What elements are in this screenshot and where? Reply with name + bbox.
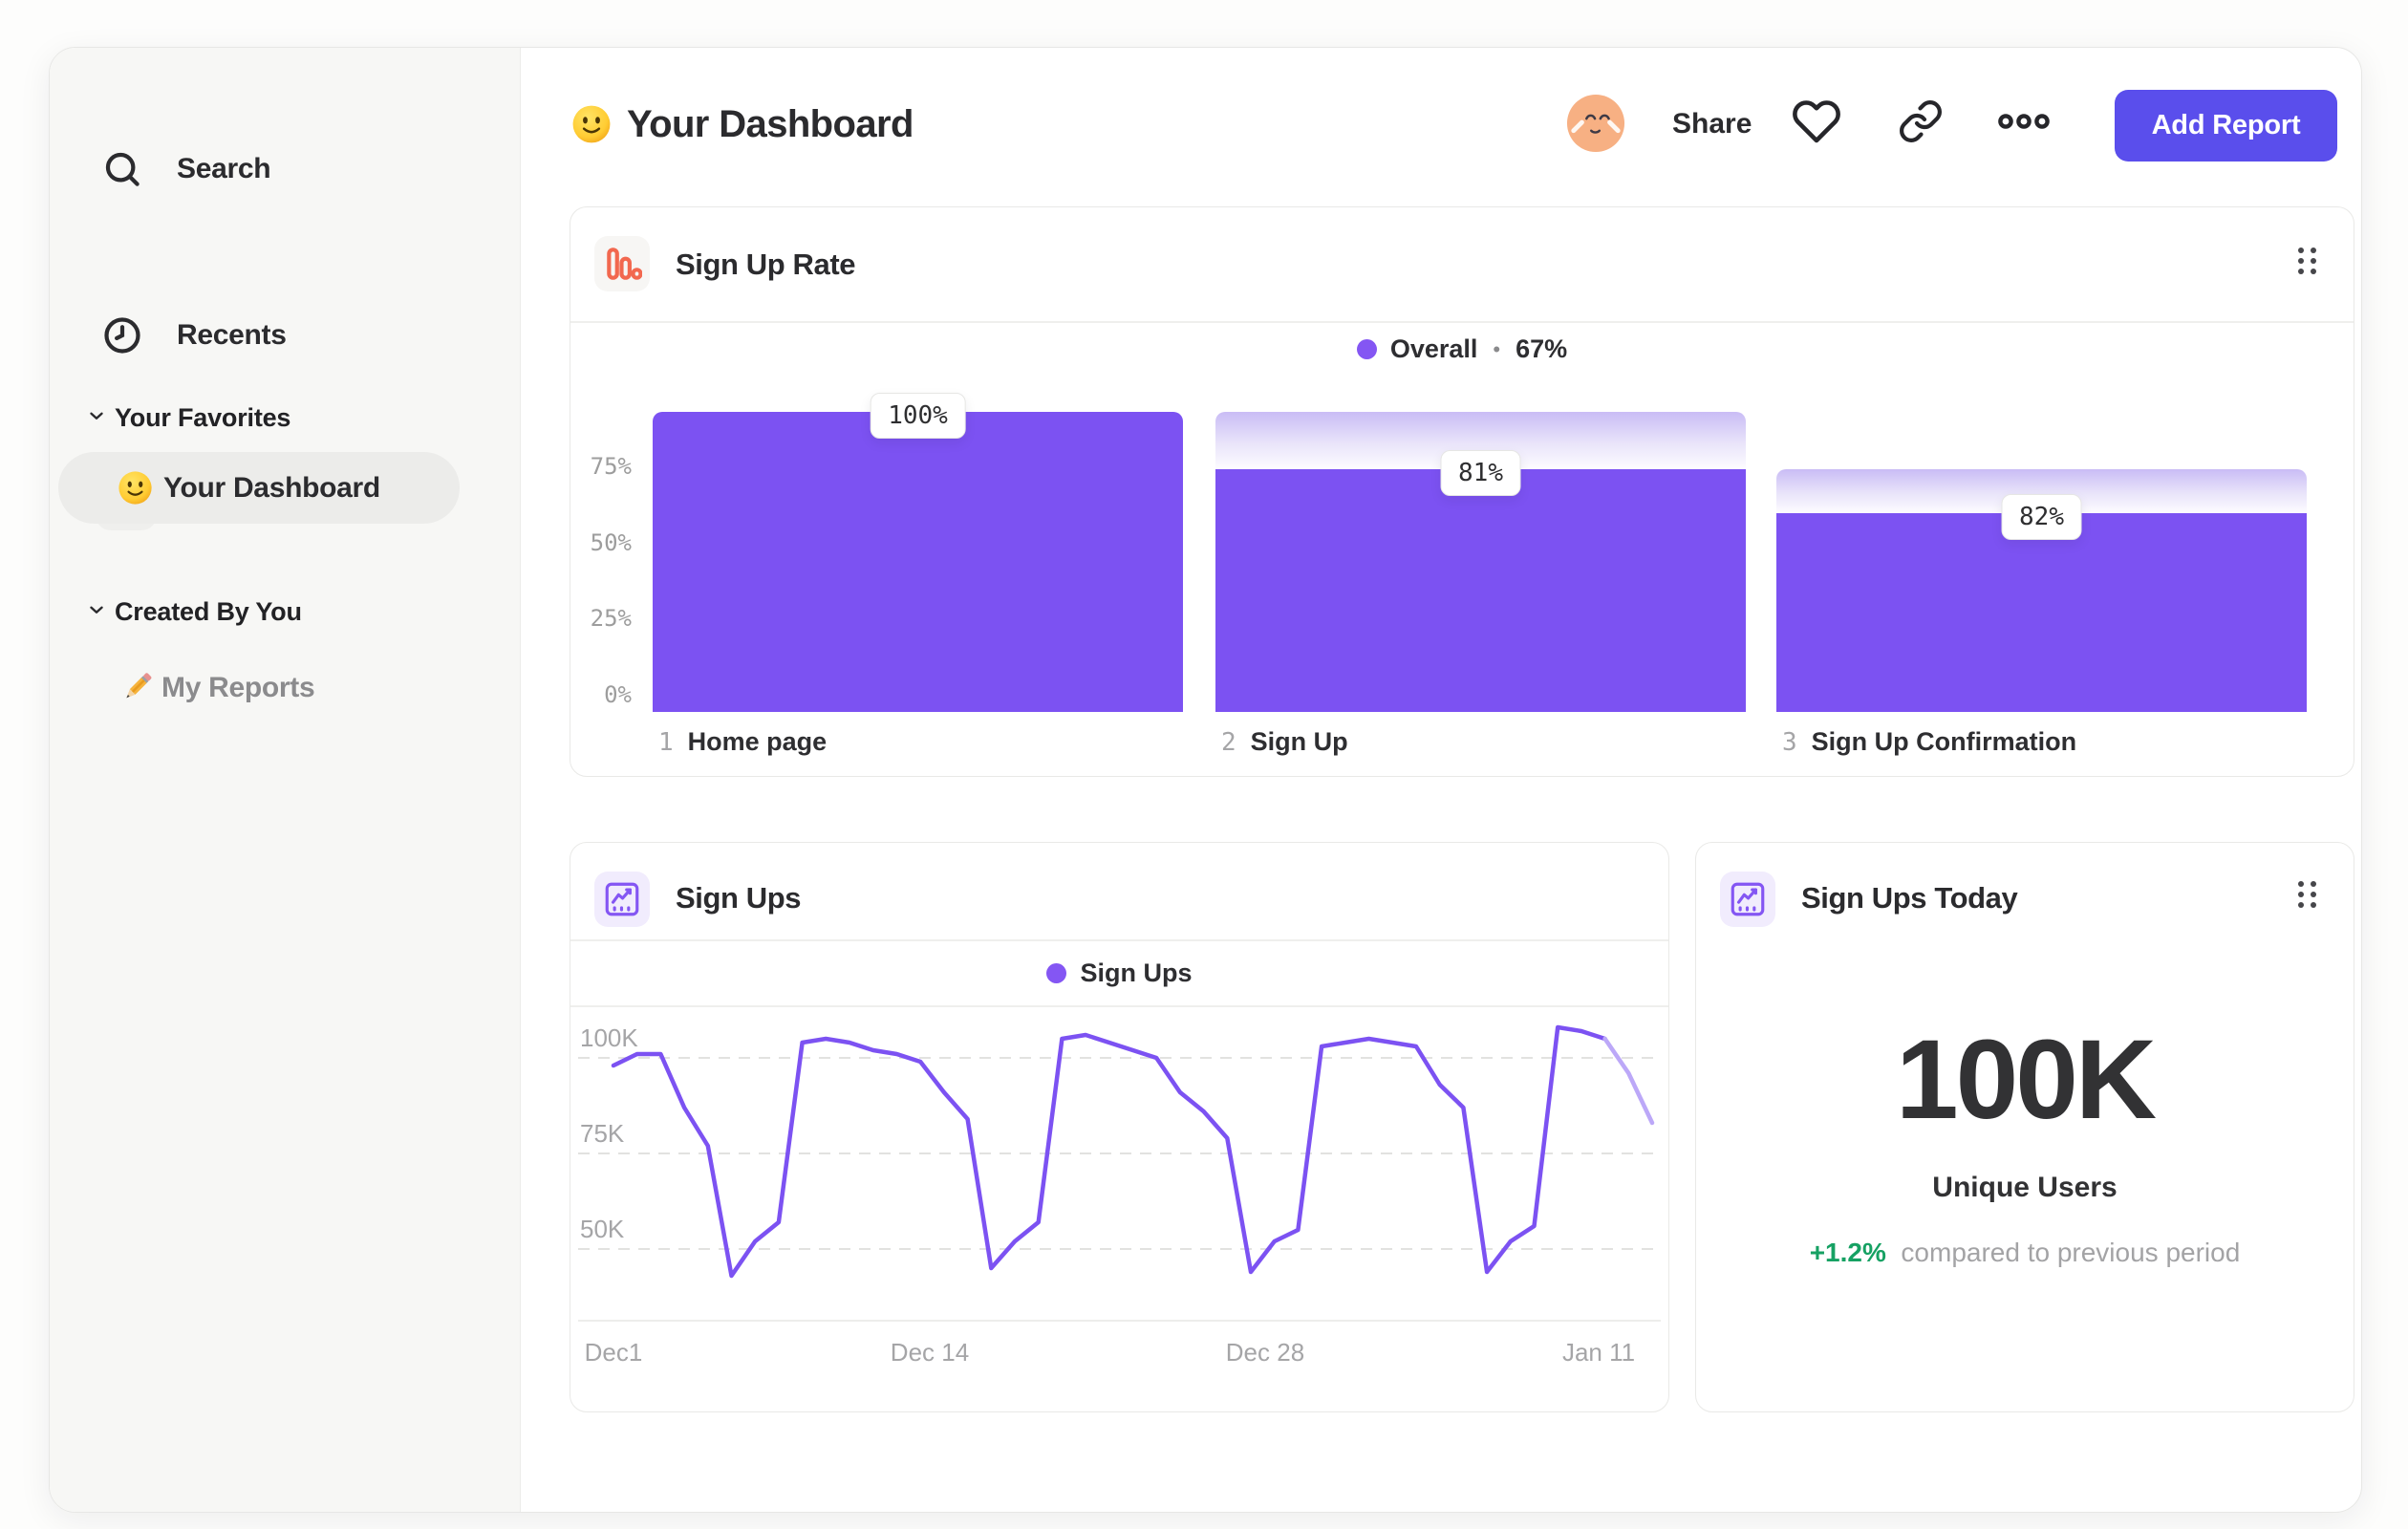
line-x-tick: Dec 14 [890,1338,970,1367]
funnel-bar[interactable] [1215,468,1746,712]
add-report-button[interactable]: Add Report [2115,90,2337,162]
pencil-emoji [118,667,157,710]
line-x-tick: Dec1 [584,1338,643,1367]
funnel-value-badge: 82% [2001,493,2082,540]
line-x-tick: Jan 11 [1561,1338,1636,1367]
chevron-down-icon[interactable] [86,599,107,625]
metric-delta-row: +1.2% compared to previous period [1809,1238,2241,1267]
dashboard-app: Search Recents New Dashboard [0,0,2408,1529]
funnel-step-label: Sign Up Confirmation [1811,727,2077,756]
drag-handle-icon[interactable] [2298,881,2323,914]
signups-card: Sign Ups Sign Ups 100K 75K 50K Dec1 Dec 14 De… [570,842,1669,1412]
funnel-step-label: Sign Up [1250,727,1348,756]
page-title-row: Your Dashboard [571,95,914,154]
heart-icon [1792,97,1841,151]
link-icon [1898,98,1944,149]
line-chart-icon [1720,872,1775,927]
funnel-y-tick: 50% [590,529,632,556]
sidebar-item-label: My Reports [161,672,315,703]
app-window: Search Recents New Dashboard [49,47,2362,1513]
sidebar-item-label: Your Dashboard [163,472,380,504]
funnel-value-badge: 81% [1440,449,1521,496]
funnel-y-tick: 75% [590,453,632,480]
smiley-emoji [571,104,612,144]
sidebar-item-your-dashboard[interactable]: Your Dashboard [58,452,460,524]
avatar[interactable] [1566,94,1625,153]
favorite-heart-button[interactable] [1786,93,1847,154]
funnel-step-label: Home page [687,727,828,756]
section-title-created-by-you: Created By You [115,597,302,626]
funnel-y-tick: 25% [590,605,632,632]
line-y-tick: 100K [580,1023,638,1052]
signups-line-chart[interactable]: 100K 75K 50K Dec1 Dec 14 Dec 28 Jan 11 [570,843,1668,1411]
copy-link-button[interactable] [1890,93,1951,154]
funnel-category: 1 Home page [658,727,827,757]
funnel-step-number: 3 [1782,728,1797,757]
share-button[interactable]: Share [1672,108,1752,140]
metric-value: 100K [1895,1017,2157,1143]
ellipsis-icon [1996,94,2052,154]
line-y-tick: 50K [580,1215,625,1243]
sidebar-item-label: Recents [177,319,287,351]
sidebar-item-my-reports[interactable]: My Reports [50,652,520,721]
funnel-chart: 75% 50% 25% 0% 100% 1 Home page 81% 2 Sign Up 82% 3… [570,207,2354,776]
funnel-value-badge: 100% [870,393,966,439]
section-title-your-favorites: Your Favorites [115,403,291,432]
sidebar-item-search[interactable]: Search [50,92,520,186]
funnel-bar[interactable] [653,412,1183,712]
sidebar-item-new-dashboard[interactable]: New Dashboard [50,257,520,530]
line-y-tick: 75K [580,1119,625,1148]
signup-rate-card: Sign Up Rate Overall • 67% 75% 50% 25% 0% 10… [570,206,2354,777]
delta-value: +1.2% [1809,1238,1886,1267]
funnel-step-number: 2 [1221,728,1236,757]
sidebar-item-recents[interactable]: Recents [50,175,520,354]
funnel-step-number: 1 [658,728,674,757]
page-title: Your Dashboard [627,102,914,145]
signups-today-card: Sign Ups Today 100K Unique Users +1.2% c… [1695,842,2354,1412]
funnel-category: 3 Sign Up Confirmation [1782,727,2076,757]
metric-label: Unique Users [1932,1172,2118,1203]
more-options-button[interactable] [1993,93,2054,154]
line-x-tick: Dec 28 [1225,1338,1305,1367]
funnel-bar[interactable] [1776,512,2307,712]
funnel-y-tick: 0% [604,681,632,708]
funnel-category: 2 Sign Up [1221,727,1348,757]
chevron-down-icon[interactable] [86,405,107,431]
card-title: Sign Ups Today [1801,881,2018,915]
sidebar: Search Recents New Dashboard [50,48,521,1512]
smiley-emoji [118,470,153,510]
